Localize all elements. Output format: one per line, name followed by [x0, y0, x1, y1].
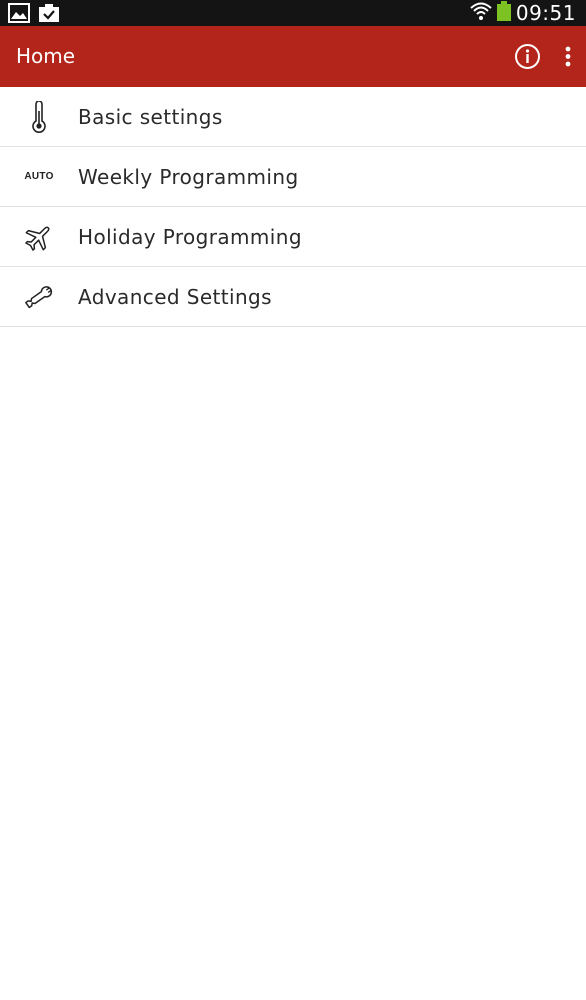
- airplane-icon: [22, 220, 56, 254]
- clipboard-check-icon: [38, 3, 60, 27]
- status-bar: 09:51: [0, 0, 586, 26]
- menu-item-label: Weekly Programming: [78, 164, 299, 189]
- battery-icon: [496, 0, 512, 26]
- thermometer-icon: [22, 100, 56, 134]
- wrench-icon: [22, 280, 56, 314]
- auto-icon-text: AUTO: [24, 171, 54, 182]
- menu-item-advanced-settings[interactable]: Advanced Settings: [0, 267, 586, 327]
- status-clock: 09:51: [515, 1, 576, 25]
- gallery-icon: [8, 3, 30, 27]
- menu-item-label: Holiday Programming: [78, 224, 302, 249]
- menu-item-basic-settings[interactable]: Basic settings: [0, 87, 586, 147]
- system-icons: 09:51: [470, 0, 576, 26]
- menu-item-weekly-programming[interactable]: AUTO Weekly Programming: [0, 147, 586, 207]
- page-title: Home: [16, 44, 76, 68]
- home-menu: Basic settings AUTO Weekly Programming H…: [0, 87, 586, 327]
- overflow-menu-button[interactable]: [558, 43, 578, 70]
- auto-icon: AUTO: [22, 160, 56, 194]
- info-button[interactable]: [514, 43, 541, 70]
- notification-icons: [8, 3, 60, 27]
- info-icon: [514, 44, 541, 74]
- menu-item-label: Advanced Settings: [78, 284, 272, 309]
- wifi-icon: [470, 0, 492, 26]
- menu-item-label: Basic settings: [78, 104, 223, 129]
- menu-item-holiday-programming[interactable]: Holiday Programming: [0, 207, 586, 267]
- overflow-menu-icon: [558, 46, 578, 74]
- app-bar: Home: [0, 26, 586, 87]
